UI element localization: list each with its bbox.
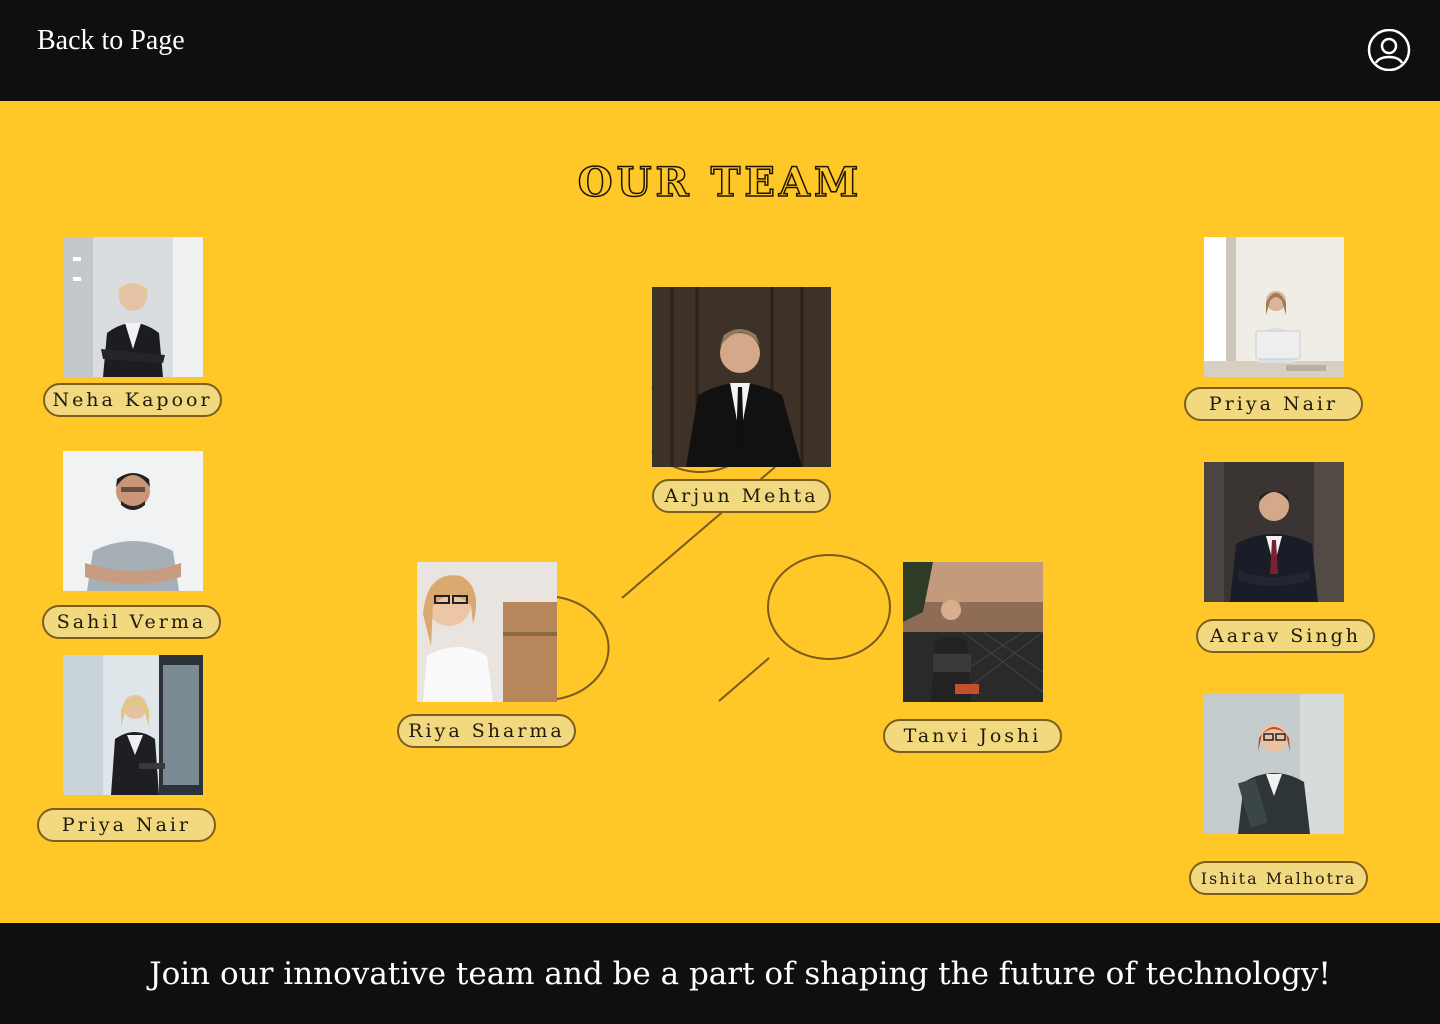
member-photo-sahil-verma: [63, 451, 203, 591]
member-name-riya-sharma: Riya Sharma: [397, 714, 576, 748]
member-photo-neha-kapoor: [63, 237, 203, 377]
user-circle-icon: [1367, 28, 1411, 72]
member-name-ishita-malhotra: Ishita Malhotra: [1189, 861, 1368, 895]
page-title: OUR TEAM: [577, 158, 863, 207]
member-name-aarav-singh: Aarav Singh: [1196, 619, 1375, 653]
footer-tagline: Join our innovative team and be a part o…: [149, 955, 1331, 992]
member-name-neha-kapoor: Neha Kapoor: [43, 383, 222, 417]
member-photo-riya-sharma: [417, 562, 557, 702]
member-name-priya-nair-left: Priya Nair: [37, 808, 216, 842]
team-section: OUR TEAM Neha Kapoor Sahil Verma Priya N…: [0, 101, 1440, 923]
member-name-priya-nair-right: Priya Nair: [1184, 387, 1363, 421]
member-photo-priya-nair-left: [63, 655, 203, 795]
member-name-sahil-verma: Sahil Verma: [42, 605, 221, 639]
member-photo-ishita-malhotra: [1204, 694, 1344, 834]
top-bar: Back to Page: [0, 0, 1440, 101]
member-photo-tanvi-joshi: [903, 562, 1043, 702]
member-photo-arjun-mehta: [652, 287, 831, 467]
member-name-arjun-mehta: Arjun Mehta: [652, 479, 831, 513]
member-name-tanvi-joshi: Tanvi Joshi: [883, 719, 1062, 753]
footer-bar: Join our innovative team and be a part o…: [0, 923, 1440, 1024]
member-photo-aarav-singh: [1204, 462, 1344, 602]
member-photo-priya-nair-right: [1204, 237, 1344, 377]
user-profile-button[interactable]: [1366, 28, 1412, 72]
back-to-page-link[interactable]: Back to Page: [37, 25, 185, 57]
